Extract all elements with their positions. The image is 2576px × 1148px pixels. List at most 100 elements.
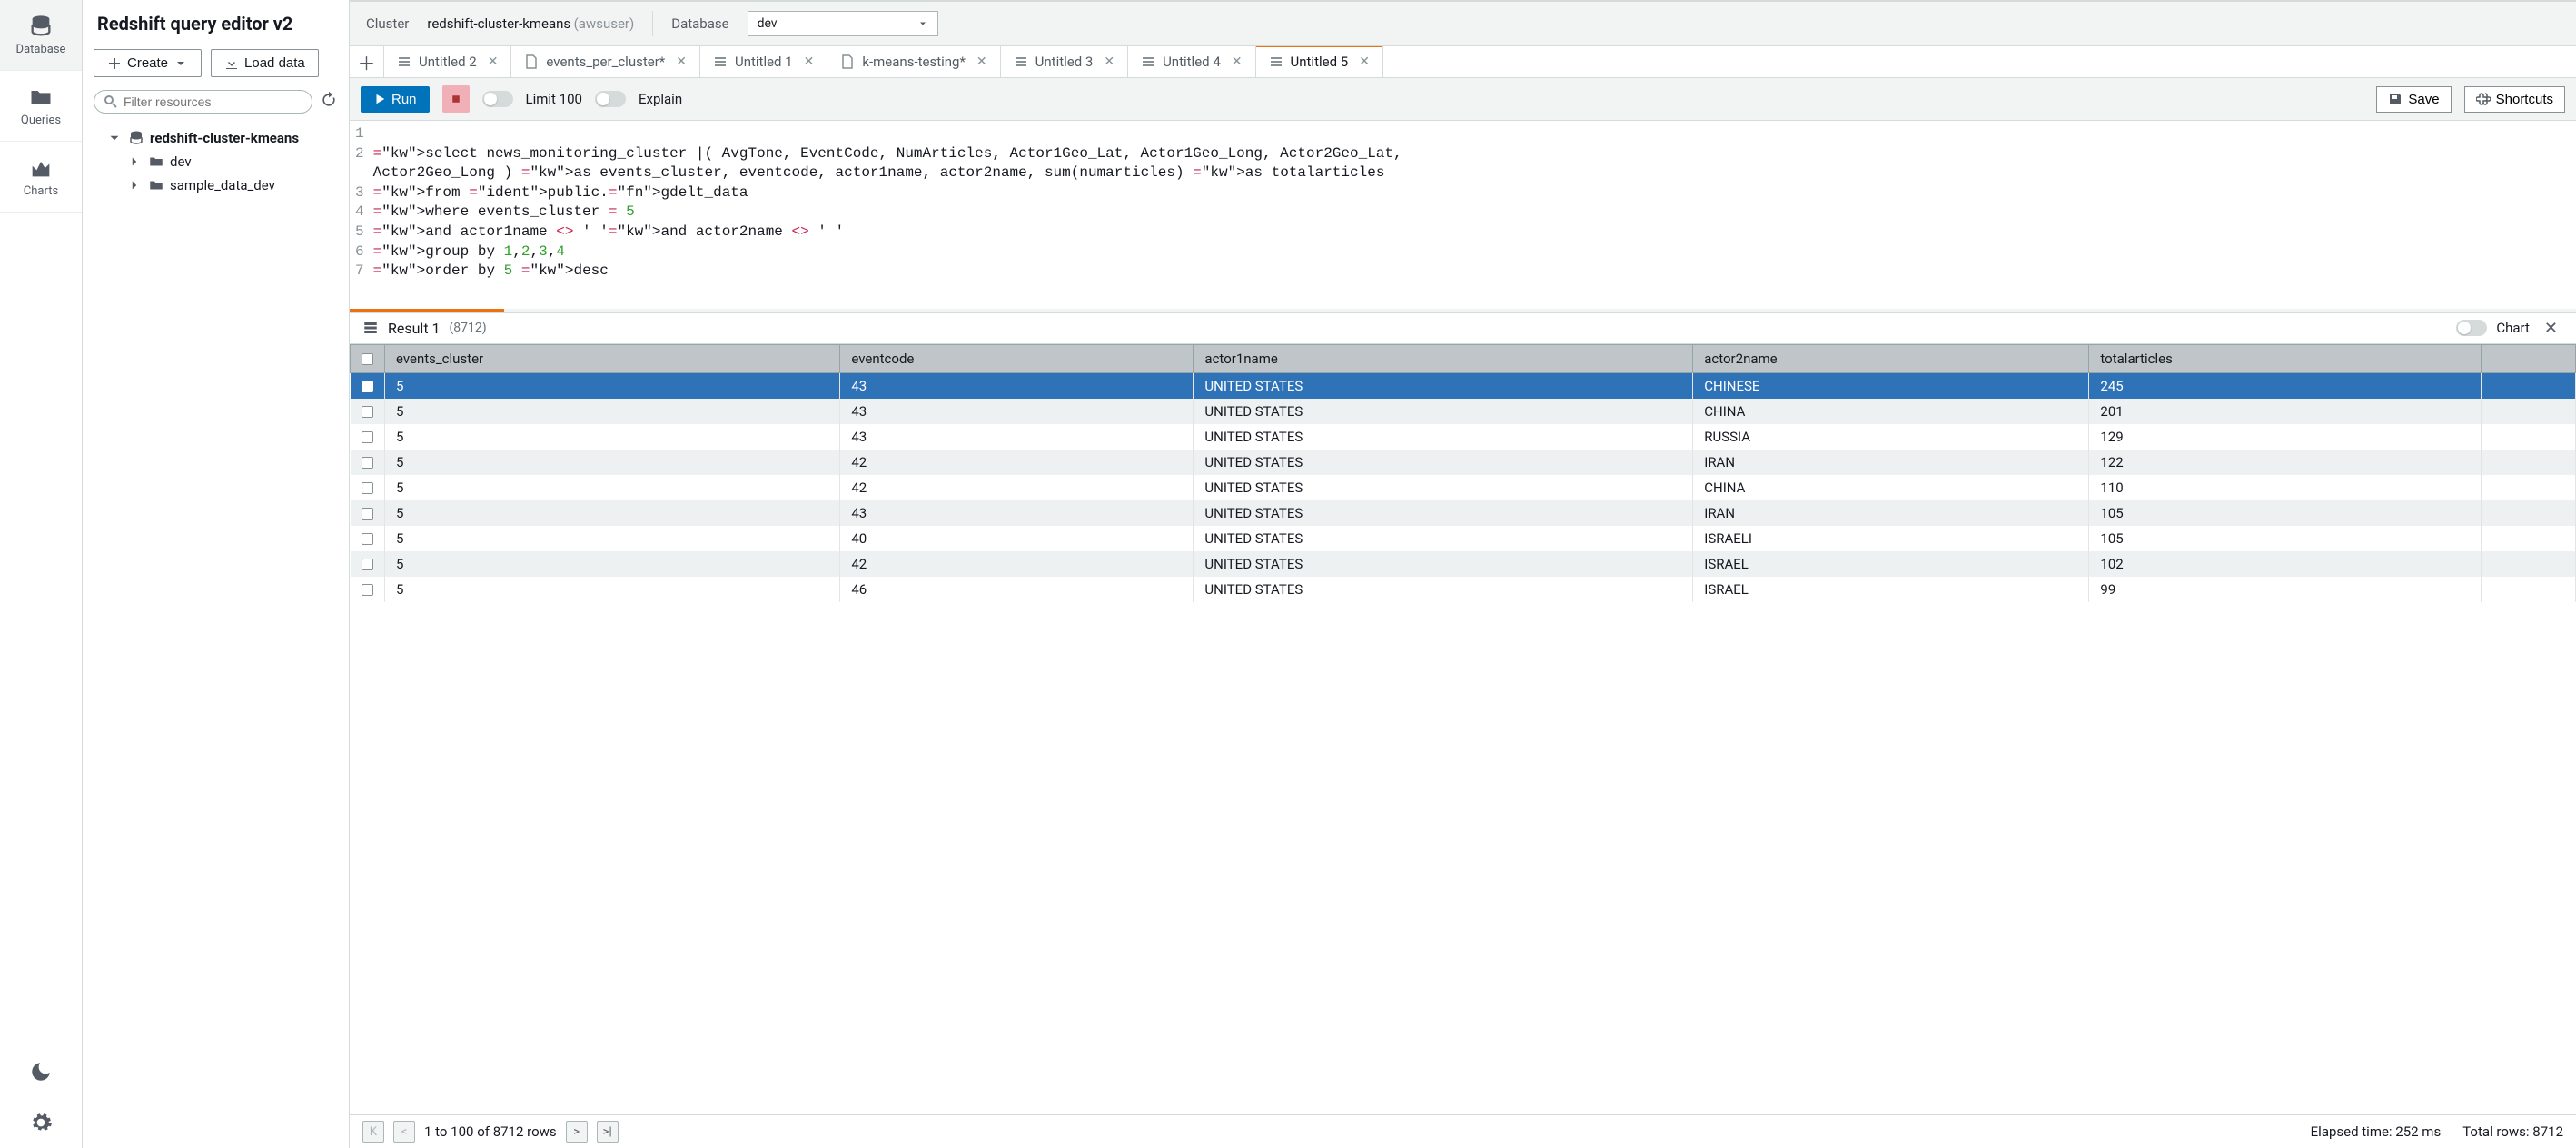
col-header[interactable]: events_cluster bbox=[385, 344, 840, 372]
table-row[interactable]: 546UNITED STATESISRAEL99 bbox=[351, 577, 2576, 602]
page-next-button[interactable]: > bbox=[566, 1121, 588, 1143]
tab-5[interactable]: Untitled 4✕ bbox=[1128, 46, 1255, 77]
row-check[interactable] bbox=[351, 372, 385, 399]
divider bbox=[652, 11, 653, 36]
cell: UNITED STATES bbox=[1194, 450, 1693, 475]
refresh-button[interactable] bbox=[320, 91, 338, 113]
col-header[interactable]: actor1name bbox=[1194, 344, 1693, 372]
rail-database[interactable]: Database bbox=[0, 0, 82, 71]
tab-3[interactable]: k-means-testing*✕ bbox=[827, 46, 1000, 77]
create-button-label: Create bbox=[127, 55, 168, 71]
row-check[interactable] bbox=[351, 500, 385, 526]
save-button[interactable]: Save bbox=[2376, 86, 2451, 113]
col-header[interactable]: eventcode bbox=[840, 344, 1194, 372]
cell: 102 bbox=[2089, 551, 2482, 577]
cell: 129 bbox=[2089, 424, 2482, 450]
create-button[interactable]: Create bbox=[94, 49, 202, 77]
table-row[interactable]: 543UNITED STATESRUSSIA129 bbox=[351, 424, 2576, 450]
total-rows: Total rows: 8712 bbox=[2462, 1123, 2563, 1140]
tab-4[interactable]: Untitled 3 ✕ bbox=[1001, 46, 1128, 77]
page-range-text: 1 to 100 of 8712 rows bbox=[424, 1123, 557, 1140]
table-row[interactable]: 543UNITED STATESCHINA201 bbox=[351, 399, 2576, 424]
tab-close-icon[interactable]: ✕ bbox=[1359, 54, 1370, 69]
database-label: Database bbox=[671, 15, 728, 32]
sql-editor[interactable]: 12 34567 ="kw">select news_monitoring_cl… bbox=[350, 121, 2576, 309]
chevron-down-icon bbox=[106, 130, 123, 146]
row-check[interactable] bbox=[351, 475, 385, 500]
tab-label: Untitled 1 bbox=[735, 54, 793, 70]
tree-cluster-row[interactable]: redshift-cluster-kmeans bbox=[90, 126, 342, 150]
tab-close-icon[interactable]: ✕ bbox=[676, 54, 687, 69]
stop-button[interactable] bbox=[442, 85, 470, 113]
table-row[interactable]: 543UNITED STATESIRAN105 bbox=[351, 500, 2576, 526]
cell: IRAN bbox=[1693, 500, 2089, 526]
chart-toggle[interactable] bbox=[2456, 320, 2487, 336]
chart-icon bbox=[28, 155, 54, 181]
shortcuts-button[interactable]: Shortcuts bbox=[2464, 86, 2565, 113]
col-header[interactable]: totalarticles bbox=[2089, 344, 2482, 372]
cell: 5 bbox=[385, 500, 840, 526]
cell: 5 bbox=[385, 399, 840, 424]
tab-close-icon[interactable]: ✕ bbox=[976, 54, 987, 69]
page-last-button[interactable]: >| bbox=[597, 1121, 619, 1143]
table-row[interactable]: 543UNITED STATESCHINESE245 bbox=[351, 372, 2576, 399]
tab-close-icon[interactable]: ✕ bbox=[804, 54, 815, 69]
row-check[interactable] bbox=[351, 424, 385, 450]
cell: UNITED STATES bbox=[1194, 500, 1693, 526]
refresh-icon bbox=[320, 91, 338, 109]
row-check[interactable] bbox=[351, 399, 385, 424]
header-check[interactable] bbox=[351, 344, 385, 372]
settings-button[interactable] bbox=[0, 1097, 82, 1148]
cell: ISRAELI bbox=[1693, 526, 2089, 551]
folder-icon bbox=[148, 153, 164, 170]
file-icon bbox=[840, 54, 855, 69]
table-row[interactable]: 542UNITED STATESISRAEL102 bbox=[351, 551, 2576, 577]
table-row[interactable]: 540UNITED STATESISRAELI105 bbox=[351, 526, 2576, 551]
database-select-value: dev bbox=[758, 16, 778, 31]
list-icon bbox=[397, 54, 411, 69]
filter-input[interactable] bbox=[124, 94, 302, 109]
database-select[interactable]: dev bbox=[748, 11, 938, 36]
table-row[interactable]: 542UNITED STATESIRAN122 bbox=[351, 450, 2576, 475]
tab-1[interactable]: events_per_cluster*✕ bbox=[511, 46, 700, 77]
rail-charts[interactable]: Charts bbox=[0, 142, 82, 213]
table-row[interactable]: 542UNITED STATESCHINA110 bbox=[351, 475, 2576, 500]
tree-db-sample-label: sample_data_dev bbox=[170, 177, 275, 193]
limit-toggle[interactable] bbox=[482, 91, 513, 107]
rail-queries[interactable]: Queries bbox=[0, 71, 82, 142]
run-button-label: Run bbox=[391, 92, 417, 107]
row-check[interactable] bbox=[351, 577, 385, 602]
stop-icon bbox=[451, 94, 461, 104]
tab-6[interactable]: Untitled 5✕ bbox=[1256, 46, 1383, 77]
filter-input-wrapper[interactable] bbox=[94, 90, 312, 114]
row-check[interactable] bbox=[351, 450, 385, 475]
load-data-button[interactable]: Load data bbox=[211, 49, 319, 77]
col-header[interactable]: actor2name bbox=[1693, 344, 2089, 372]
dark-mode-button[interactable] bbox=[0, 1046, 82, 1097]
tab-2[interactable]: Untitled 1 ✕ bbox=[700, 46, 827, 77]
explain-toggle[interactable] bbox=[595, 91, 626, 107]
caret-down-icon bbox=[173, 56, 188, 71]
cell: 105 bbox=[2089, 526, 2482, 551]
result-close-button[interactable]: ✕ bbox=[2539, 319, 2563, 338]
tree-db-dev-label: dev bbox=[170, 153, 192, 170]
tree-db-dev[interactable]: dev bbox=[90, 150, 342, 173]
page-prev-button[interactable]: < bbox=[393, 1121, 415, 1143]
row-check[interactable] bbox=[351, 551, 385, 577]
tree-db-sample[interactable]: sample_data_dev bbox=[90, 173, 342, 197]
cell: 5 bbox=[385, 577, 840, 602]
tab-close-icon[interactable]: ✕ bbox=[488, 54, 499, 69]
new-tab-button[interactable]: ＋ bbox=[350, 46, 384, 77]
tab-0[interactable]: Untitled 2✕ bbox=[384, 46, 511, 77]
cell: CHINA bbox=[1693, 475, 2089, 500]
cell: 5 bbox=[385, 551, 840, 577]
result-grid[interactable]: events_clustereventcodeactor1nameactor2n… bbox=[350, 344, 2576, 1114]
row-check[interactable] bbox=[351, 526, 385, 551]
database-icon bbox=[28, 14, 54, 39]
tab-label: Untitled 3 bbox=[1035, 54, 1094, 70]
tab-close-icon[interactable]: ✕ bbox=[1104, 54, 1115, 69]
tab-close-icon[interactable]: ✕ bbox=[1232, 54, 1243, 69]
run-button[interactable]: Run bbox=[361, 86, 430, 113]
page-first-button[interactable]: K bbox=[362, 1121, 384, 1143]
editor-code[interactable]: ="kw">select news_monitoring_cluster |( … bbox=[373, 124, 2576, 282]
